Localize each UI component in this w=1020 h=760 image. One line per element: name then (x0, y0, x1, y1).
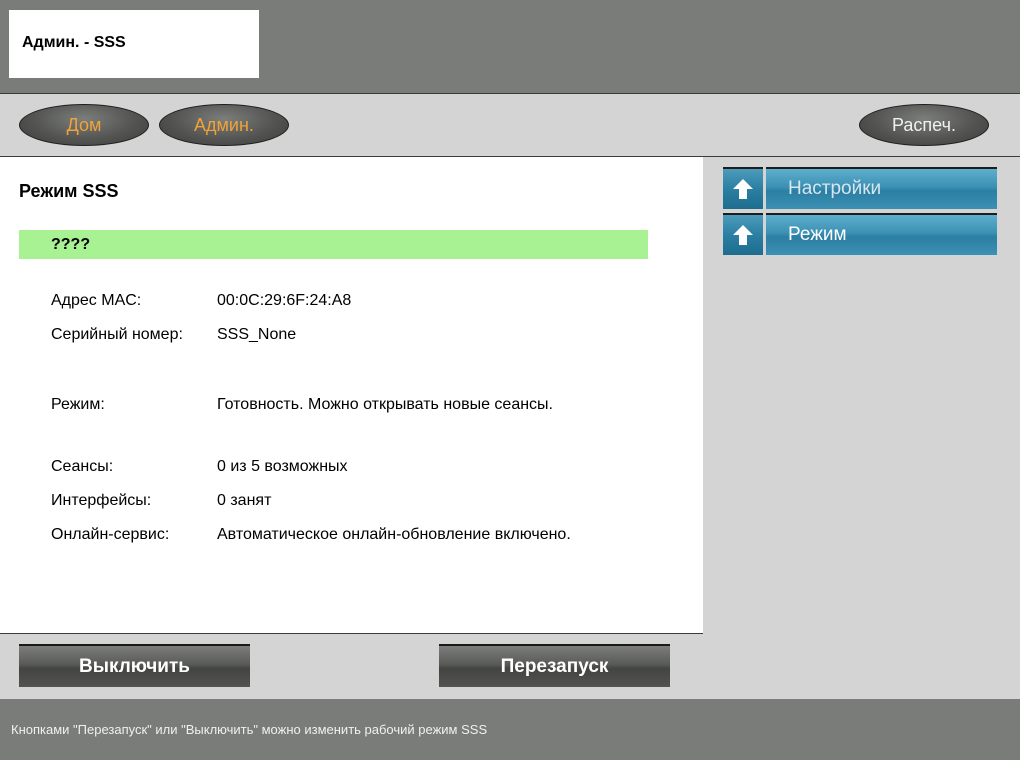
status-text: ???? (51, 236, 91, 253)
up-arrow-icon (723, 167, 763, 209)
window-title: Админ. - SSS (22, 34, 126, 51)
sidebar-item-label: Настройки (766, 167, 997, 209)
print-button[interactable]: Распеч. (859, 104, 989, 146)
mac-value: 00:0C:29:6F:24:A8 (217, 292, 352, 309)
action-bar: Выключить Перезапуск (0, 633, 703, 699)
interfaces-label: Интерфейсы: (51, 492, 152, 509)
header: Админ. - SSS (0, 0, 1020, 93)
restart-button[interactable]: Перезапуск (439, 644, 670, 687)
sidebar-item-settings[interactable]: Настройки (723, 167, 997, 209)
online-service-label: Онлайн-сервис: (51, 526, 170, 543)
home-button[interactable]: Дом (19, 104, 149, 146)
sidebar-item-label: Режим (766, 213, 997, 255)
page-title: Режим SSS (19, 181, 119, 201)
up-arrow-icon (723, 213, 763, 255)
mode-label: Режим: (51, 396, 105, 413)
online-service-value: Автоматическое онлайн-обновление включен… (217, 526, 571, 543)
sessions-label: Сеансы: (51, 458, 114, 475)
nav-bar: Дом Админ. Распеч. (0, 93, 1020, 157)
status-bar: ???? (19, 230, 648, 259)
title-box: Админ. - SSS (9, 10, 259, 78)
sessions-value: 0 из 5 возможных (217, 458, 348, 475)
admin-button[interactable]: Админ. (159, 104, 289, 146)
sidebar-item-mode[interactable]: Режим (723, 213, 997, 255)
serial-value: SSS_None (217, 326, 297, 343)
main-panel: Режим SSS ???? Адрес MAC: 00:0C:29:6F:24… (0, 157, 703, 633)
mode-value: Готовность. Можно открывать новые сеансы… (217, 396, 553, 413)
footer-hint: Кнопками "Перезапуск" или "Выключить" мо… (11, 722, 488, 737)
mac-label: Адрес MAC: (51, 292, 142, 309)
serial-label: Серийный номер: (51, 326, 183, 343)
interfaces-value: 0 занят (217, 492, 272, 509)
sidebar: Настройки Режим (703, 157, 1020, 699)
shutdown-button[interactable]: Выключить (19, 644, 250, 687)
footer: Кнопками "Перезапуск" или "Выключить" мо… (0, 699, 1020, 760)
